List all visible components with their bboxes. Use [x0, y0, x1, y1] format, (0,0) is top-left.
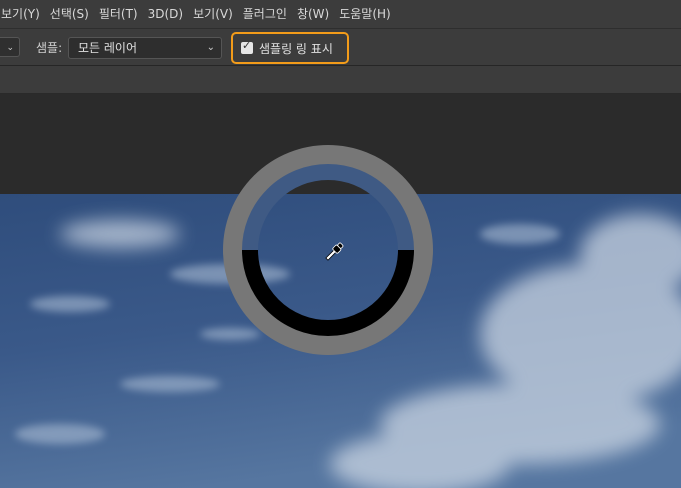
chevron-down-icon: ⌄ [206, 42, 215, 53]
sample-size-dropdown[interactable]: ⌄ [0, 37, 20, 57]
sample-select[interactable]: 모든 레이어 ⌄ [68, 37, 222, 59]
menu-item-plugins[interactable]: 플러그인 [238, 0, 292, 29]
menu-item-window[interactable]: 창(W) [292, 0, 334, 29]
menu-item-view-partial[interactable]: 보기(Y) [0, 0, 45, 29]
menu-item-select[interactable]: 선택(S) [45, 0, 94, 29]
chevron-down-icon: ⌄ [6, 43, 14, 53]
canvas-pasteboard [0, 94, 681, 194]
show-sampling-ring-label: 샘플링 링 표시 [259, 42, 333, 56]
document-tab-strip [0, 66, 681, 94]
show-sampling-ring-checkbox[interactable]: ✓ [241, 39, 253, 54]
menu-bar: 보기(Y) 선택(S) 필터(T) 3D(D) 보기(V) 플러그인 창(W) … [0, 0, 681, 29]
menu-item-3d[interactable]: 3D(D) [143, 0, 188, 29]
check-icon: ✓ [242, 39, 252, 52]
menu-item-view[interactable]: 보기(V) [188, 0, 238, 29]
show-sampling-ring-toggle[interactable]: ✓ 샘플링 링 표시 [231, 32, 349, 64]
sky-image [0, 194, 681, 488]
menu-item-filter[interactable]: 필터(T) [94, 0, 143, 29]
sample-label: 샘플: [36, 41, 63, 55]
menu-item-help[interactable]: 도움말(H) [334, 0, 396, 29]
sample-select-value: 모든 레이어 [78, 41, 138, 55]
